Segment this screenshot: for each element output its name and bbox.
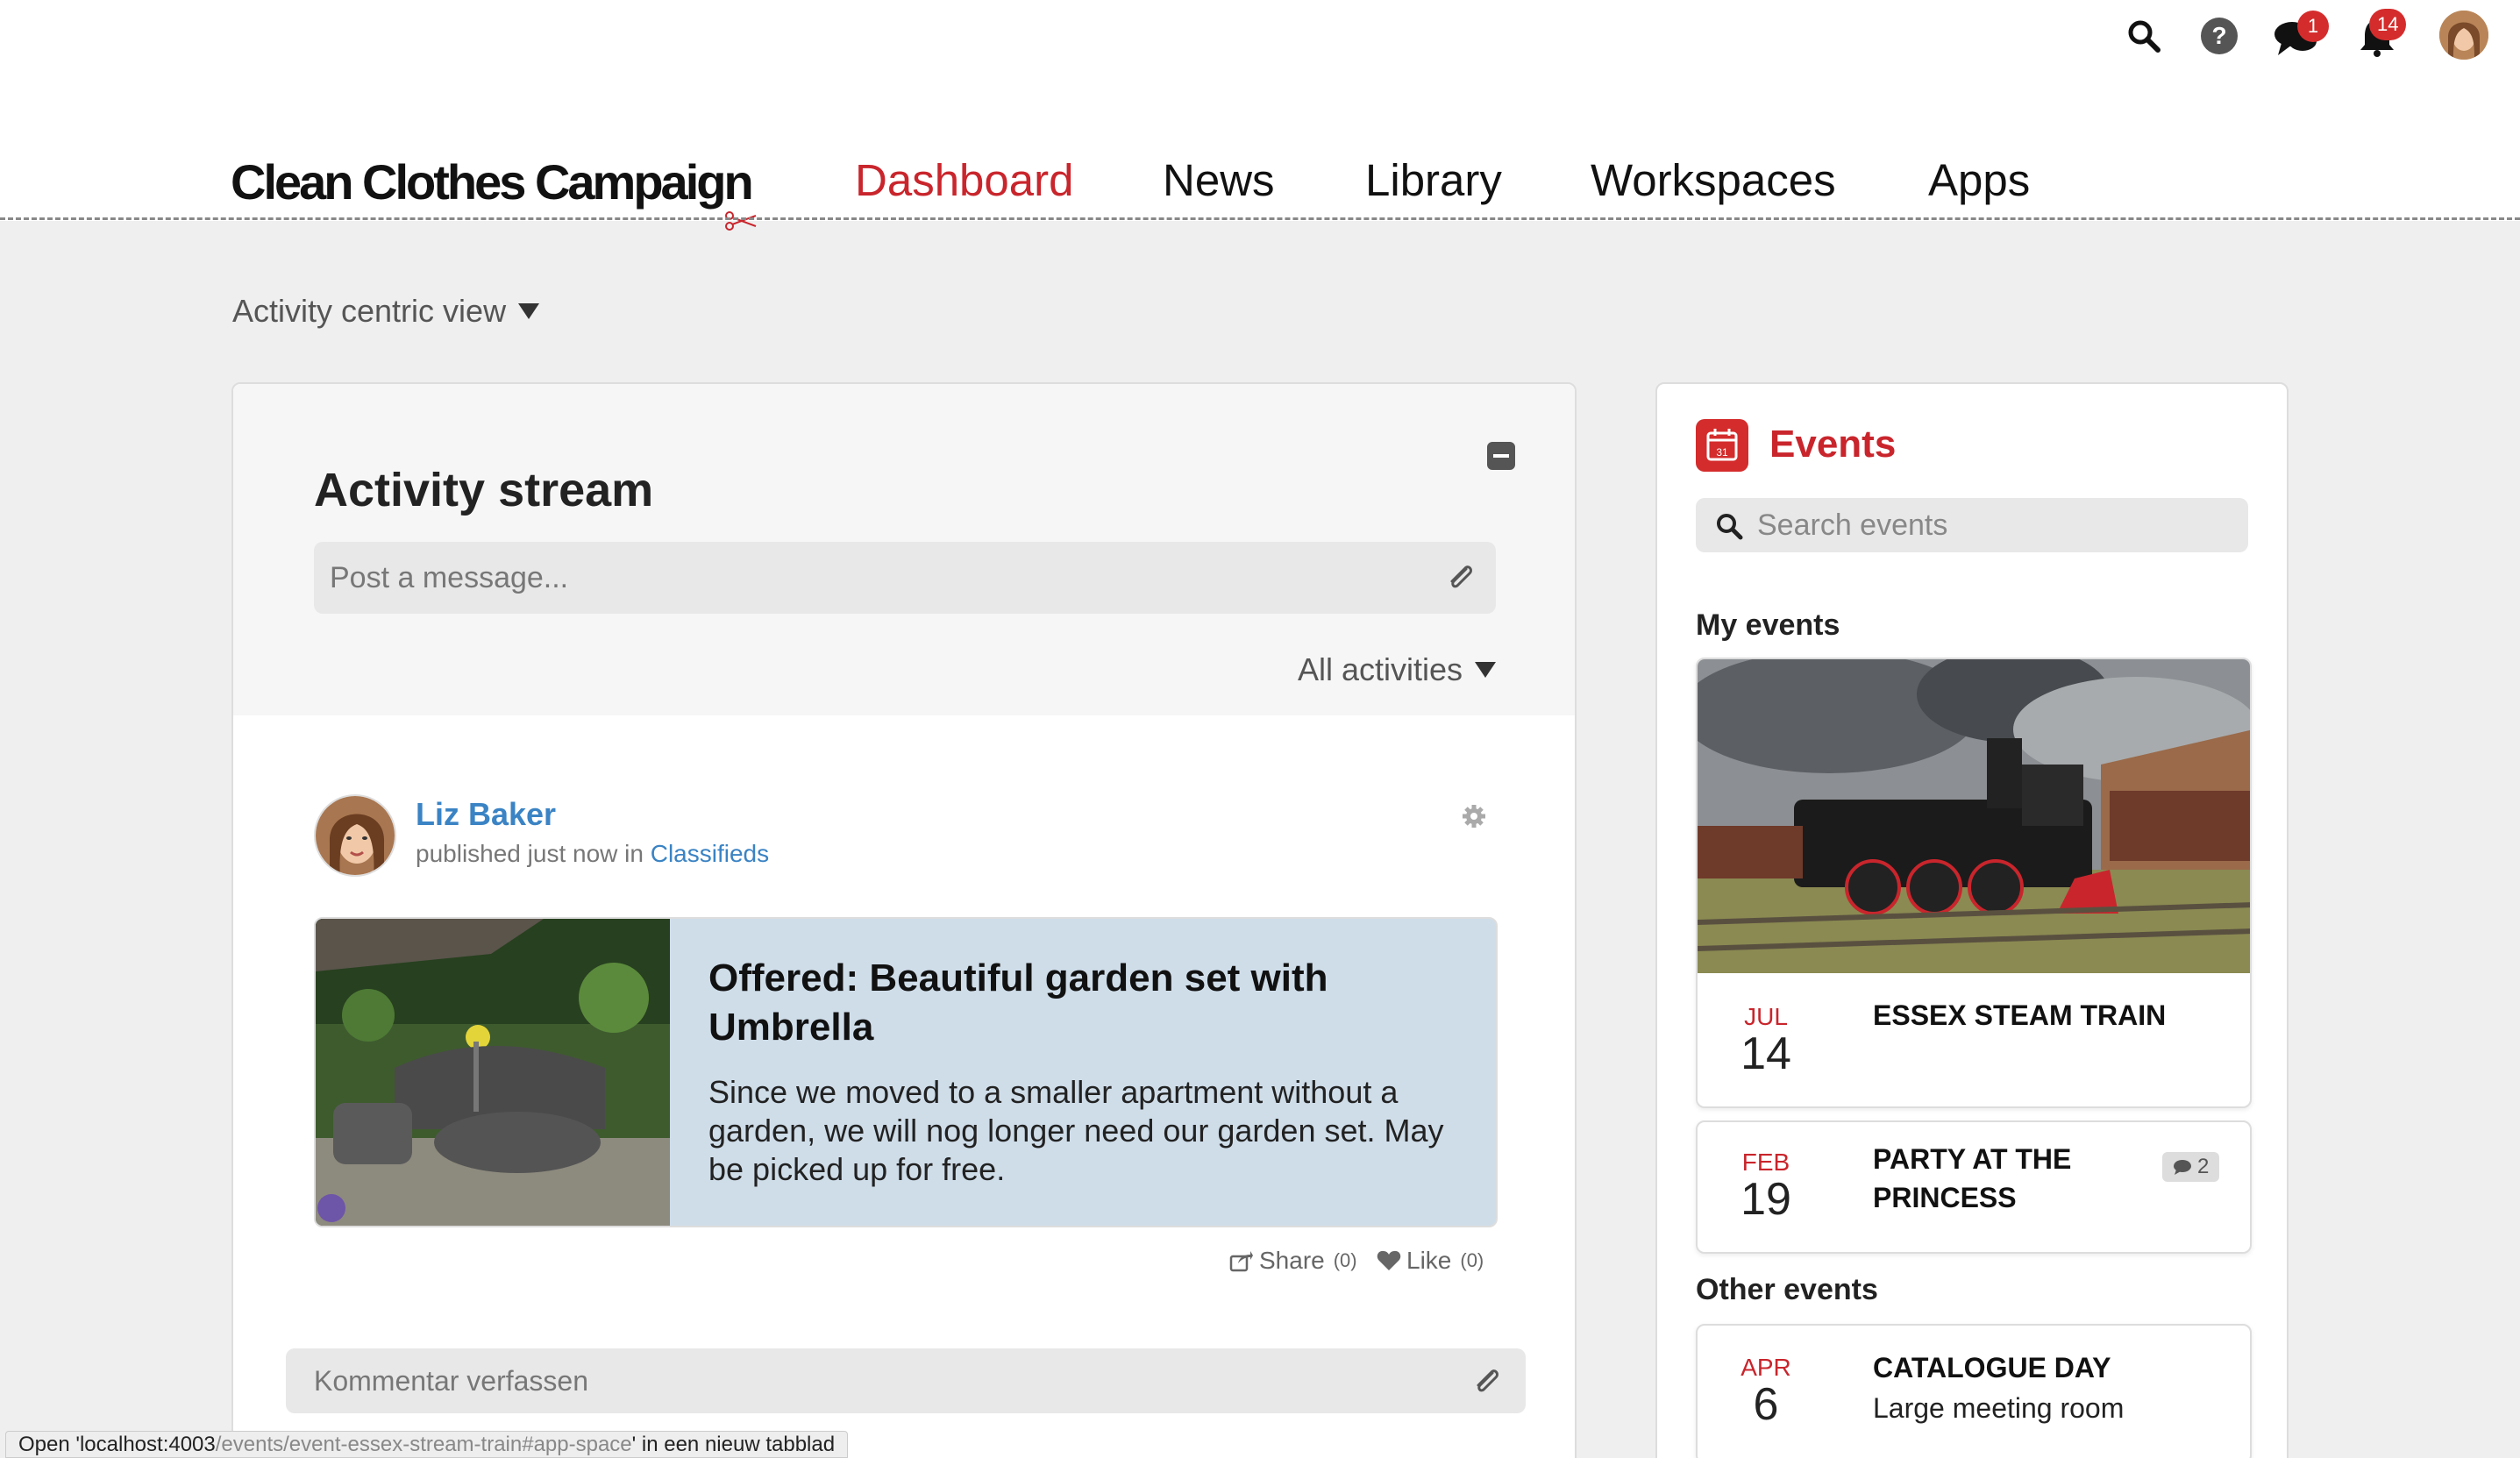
events-search-input[interactable]: Search events	[1696, 498, 2248, 552]
event-card[interactable]: FEB 19 PARTY AT THE PRINCESS 2	[1696, 1120, 2252, 1254]
comment-icon	[2174, 1160, 2191, 1175]
search-icon	[1715, 512, 1743, 548]
nav-divider	[0, 217, 2520, 220]
classified-description: Since we moved to a smaller apartment wi…	[708, 1074, 1444, 1187]
event-day: 14	[1741, 1028, 1791, 1079]
comment-count: 2	[2197, 1155, 2210, 1178]
view-switcher[interactable]: Activity centric view	[232, 293, 540, 330]
search-icon[interactable]	[2125, 18, 2162, 54]
share-icon	[1229, 1251, 1253, 1272]
nav-workspaces[interactable]: Workspaces	[1591, 154, 1836, 206]
like-label: Like	[1406, 1247, 1452, 1274]
view-switcher-label: Activity centric view	[232, 293, 507, 329]
post-meta: published just now in Classifieds	[416, 840, 769, 868]
nav-library[interactable]: Library	[1365, 154, 1502, 206]
calendar-icon-day: 31	[1716, 446, 1728, 459]
classified-card[interactable]: Offered: Beautiful garden set with Umbre…	[314, 917, 1498, 1227]
status-host: localhost:4003	[79, 1432, 216, 1456]
share-count: (0)	[1333, 1249, 1357, 1271]
share-label: Share	[1259, 1247, 1325, 1274]
event-name: CATALOGUE DAY	[1873, 1352, 2111, 1383]
activity-stream-title: Activity stream	[314, 464, 654, 516]
event-location: Large meeting room	[1873, 1392, 2125, 1424]
messages-badge: 1	[2297, 11, 2329, 42]
event-day: 19	[1741, 1174, 1791, 1225]
status-prefix: Open '	[18, 1432, 80, 1456]
share-action[interactable]: Share (0)	[1229, 1247, 1357, 1275]
browser-status-bar: Open ' localhost:4003/events/event-essex-…	[5, 1431, 849, 1458]
events-title: Events	[1769, 423, 1897, 466]
brand-logo[interactable]: Clean Clothes Campaign	[231, 153, 754, 210]
my-events-title: My events	[1696, 608, 1840, 642]
svg-text:?: ?	[2211, 22, 2226, 49]
scissors-icon	[724, 210, 759, 236]
help-icon[interactable]: ?	[2199, 16, 2239, 56]
post-author[interactable]: Liz Baker	[416, 796, 556, 833]
nav-apps[interactable]: Apps	[1928, 154, 2030, 206]
steam-train-image[interactable]	[1698, 659, 2250, 973]
comment-input[interactable]: Kommentar verfassen	[286, 1348, 1526, 1413]
activity-filter[interactable]: All activities	[1298, 651, 1496, 688]
event-card[interactable]: JUL 14 ESSEX STEAM TRAIN	[1696, 658, 2252, 1108]
post-meta-prefix: published just now in	[416, 840, 644, 867]
post-message-input[interactable]: Post a message...	[314, 542, 1496, 614]
events-search-placeholder: Search events	[1757, 508, 1948, 542]
nav-news[interactable]: News	[1163, 154, 1275, 206]
notifications-badge: 14	[2369, 9, 2407, 40]
nav-dashboard[interactable]: Dashboard	[855, 154, 1074, 206]
author-avatar[interactable]	[314, 794, 396, 877]
attachment-icon[interactable]	[1470, 1364, 1505, 1399]
attachment-icon[interactable]	[1443, 560, 1478, 595]
activity-filter-label: All activities	[1297, 651, 1463, 687]
post-category-link[interactable]: Classifieds	[651, 840, 769, 867]
heart-icon	[1377, 1250, 1401, 1270]
comment-count-badge[interactable]: 2	[2162, 1152, 2220, 1182]
comment-placeholder: Kommentar verfassen	[314, 1364, 589, 1397]
gear-icon[interactable]	[1461, 803, 1487, 829]
event-name-line-1: PARTY AT THE	[1873, 1143, 2072, 1175]
status-suffix: ' in een nieuw tabblad	[631, 1432, 836, 1456]
status-path: /events/event-essex-stream-train#app-spa…	[215, 1432, 632, 1456]
user-avatar[interactable]	[2439, 11, 2488, 60]
caret-down-icon	[518, 303, 540, 319]
collapse-icon[interactable]	[1487, 442, 1515, 470]
garden-set-image[interactable]	[316, 919, 670, 1226]
events-panel: 31 Events Search events My events JUL 14…	[1655, 382, 2289, 1458]
event-name-line-2: PRINCESS	[1873, 1182, 2017, 1213]
activity-stream-panel: Activity stream Post a message... All ac…	[231, 382, 1577, 1458]
post-message-placeholder: Post a message...	[330, 560, 569, 594]
like-count: (0)	[1460, 1249, 1484, 1271]
event-day: 6	[1753, 1379, 1779, 1430]
event-name: ESSEX STEAM TRAIN	[1873, 999, 2167, 1031]
other-events-title: Other events	[1696, 1273, 1878, 1306]
classified-title: Offered: Beautiful garden set with Umbre…	[708, 957, 1328, 1049]
like-action[interactable]: Like (0)	[1377, 1247, 1484, 1275]
caret-down-icon	[1475, 662, 1496, 678]
calendar-icon: 31	[1696, 419, 1748, 472]
event-card[interactable]: APR 6 CATALOGUE DAY Large meeting room	[1696, 1324, 2252, 1458]
